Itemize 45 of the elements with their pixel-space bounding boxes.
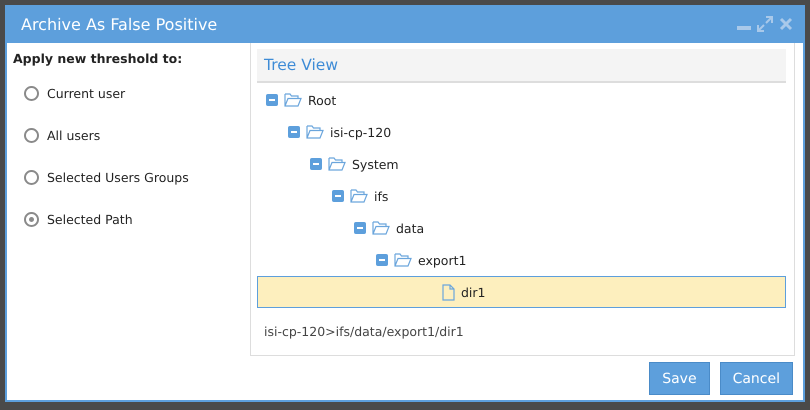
radio-option[interactable]: Selected Users Groups — [13, 156, 250, 198]
folder-icon — [350, 189, 368, 203]
collapse-icon[interactable] — [288, 126, 300, 138]
collapse-icon[interactable] — [266, 94, 278, 106]
maximize-icon[interactable] — [757, 16, 773, 32]
radio-label: All users — [47, 128, 100, 142]
radio-label: Selected Users Groups — [47, 170, 189, 184]
folder-icon — [372, 221, 390, 235]
tree-node[interactable]: isi-cp-120 — [257, 116, 786, 148]
folder-icon — [394, 253, 412, 267]
radio-button[interactable] — [24, 212, 39, 226]
collapse-icon[interactable] — [332, 190, 344, 202]
collapse-icon[interactable] — [376, 254, 388, 266]
collapse-icon[interactable] — [354, 222, 366, 234]
tree-node[interactable]: export1 — [257, 244, 786, 276]
tree-node-label: ifs — [374, 188, 388, 204]
radio-button[interactable] — [24, 128, 39, 142]
file-icon — [442, 284, 455, 300]
tree-node-label: isi-cp-120 — [330, 124, 392, 140]
radio-label: Current user — [47, 86, 126, 100]
radio-label: Selected Path — [47, 212, 133, 226]
folder-icon — [306, 125, 324, 139]
radio-button[interactable] — [24, 170, 39, 184]
radio-button[interactable] — [24, 86, 39, 100]
tree-node-label: Root — [308, 92, 336, 108]
tree-node[interactable]: Root — [257, 84, 786, 116]
tree-node[interactable]: data — [257, 212, 786, 244]
tree-node[interactable]: ifs — [257, 180, 786, 212]
radio-option[interactable]: Selected Path — [13, 198, 250, 240]
threshold-heading: Apply new threshold to: — [13, 51, 184, 66]
radio-option[interactable]: All users — [13, 114, 250, 156]
folder-icon — [328, 157, 346, 171]
tree-view-title: Tree View — [257, 49, 786, 83]
tree-node-label: dir1 — [461, 284, 486, 300]
folder-icon — [284, 93, 302, 107]
dialog-title: Archive As False Positive — [21, 14, 218, 34]
tree-node-label: export1 — [418, 252, 466, 268]
selected-path: isi-cp-120>ifs/data/export1/dir1 — [263, 324, 465, 339]
tree-node-label: System — [352, 156, 399, 172]
collapse-icon[interactable] — [310, 158, 322, 170]
radio-option[interactable]: Current user — [13, 72, 250, 114]
tree-node[interactable]: System — [257, 148, 786, 180]
close-icon[interactable] — [779, 17, 793, 31]
tree-node-label: data — [396, 220, 424, 236]
tree-node[interactable]: dir1 — [257, 276, 786, 308]
